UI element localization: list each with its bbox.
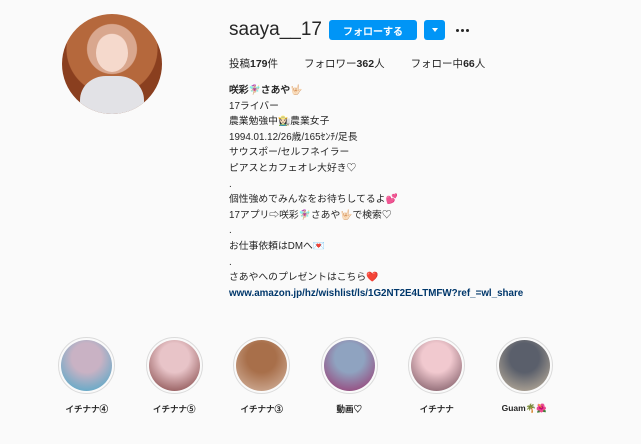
highlight-item[interactable]: 動画♡ (306, 337, 394, 415)
followers-link[interactable]: フォロワー362人 (304, 56, 385, 71)
highlight-cover (236, 340, 288, 391)
following-unit: 人 (474, 58, 486, 70)
suggestions-dropdown-button[interactable] (424, 20, 445, 40)
avatar-body (80, 76, 144, 114)
profile-avatar[interactable] (62, 14, 162, 114)
more-dot-icon (460, 28, 464, 32)
highlight-item[interactable]: Guam🌴🌺 (481, 337, 569, 415)
highlight-label: 動画♡ (336, 404, 362, 414)
highlight-cover (61, 340, 113, 391)
highlight-ring (408, 337, 466, 394)
posts-label: 投稿 (229, 58, 250, 70)
highlight-label: イチナナ (419, 404, 454, 414)
following-link[interactable]: フォロー中66人 (411, 56, 486, 71)
highlight-item[interactable]: イチナナ (393, 337, 481, 415)
more-options-button[interactable] (453, 20, 471, 40)
bio-line: 個性強めでみんなをお待ちしてるよ💕 (229, 194, 398, 206)
bio-external-link[interactable]: www.amazon.jp/hz/wishlist/ls/1G2NT2E4LTM… (229, 286, 523, 302)
highlight-label: Guam🌴🌺 (501, 403, 547, 413)
highlight-ring (145, 337, 203, 394)
highlight-item[interactable]: イチナナ⑤ (131, 337, 219, 415)
story-highlights: イチナナ④ イチナナ⑤ イチナナ③ 動画♡ イチナナ Guam🌴🌺 (43, 337, 568, 415)
bio-line: さあやへのプレゼントはこちら❤️ (229, 272, 379, 284)
bio-line: 1994.01.12/26歳/165ｾﾝﾁ/足長 (229, 131, 358, 143)
highlight-item[interactable]: イチナナ③ (218, 337, 306, 415)
highlight-cover (411, 340, 463, 391)
highlight-item[interactable]: イチナナ④ (43, 337, 131, 415)
bio-line: ピアスとカフェオレ大好き♡ (229, 162, 357, 174)
highlight-ring (233, 337, 291, 394)
posts-value: 179 (250, 58, 268, 70)
profile-bio: 咲彩🧚🏼‍♀️さあや🤟🏻 17ライバー 農業勉強中👩🏻‍🌾農業女子 1994.0… (229, 83, 523, 301)
highlight-cover (323, 340, 375, 391)
highlight-cover (498, 340, 550, 391)
highlight-label: イチナナ③ (240, 404, 283, 414)
following-value: 66 (463, 58, 475, 70)
chevron-down-icon (431, 28, 438, 32)
bio-line: お仕事依頼はDMへ💌 (229, 240, 326, 252)
more-dot-icon (465, 28, 469, 32)
bio-line: . (229, 225, 232, 237)
bio-line: . (229, 256, 232, 268)
highlight-label: イチナナ⑤ (152, 404, 196, 414)
more-dot-icon (455, 28, 459, 32)
bio-line: . (229, 178, 232, 190)
follow-button[interactable]: フォローする (329, 20, 417, 40)
posts-unit: 件 (267, 58, 279, 70)
bio-line: サウスポー/セルフネイラー (229, 147, 350, 159)
followers-unit: 人 (374, 58, 385, 70)
avatar-face (96, 34, 128, 72)
bio-line: 17ライバー (229, 100, 279, 112)
bio-display-name: 咲彩🧚🏼‍♀️さあや🤟🏻 (229, 85, 303, 96)
highlight-ring (58, 337, 116, 394)
following-label: フォロー中 (410, 58, 464, 70)
highlight-cover (148, 340, 200, 391)
followers-label: フォロワー (304, 58, 357, 70)
profile-username: saaya__17 (229, 19, 322, 40)
highlight-ring (320, 337, 378, 394)
highlight-label: イチナナ④ (65, 404, 108, 414)
posts-count: 投稿179件 (229, 56, 278, 71)
followers-value: 362 (356, 58, 375, 70)
bio-line: 農業勉強中👩🏻‍🌾農業女子 (229, 116, 330, 128)
bio-line: 17アプリ⇨咲彩🧚🏼‍♀️さあや🤟🏻で検索♡ (229, 209, 392, 221)
highlight-ring (495, 337, 553, 394)
profile-stats: 投稿179件 フォロワー362人 フォロー中66人 (229, 56, 511, 71)
